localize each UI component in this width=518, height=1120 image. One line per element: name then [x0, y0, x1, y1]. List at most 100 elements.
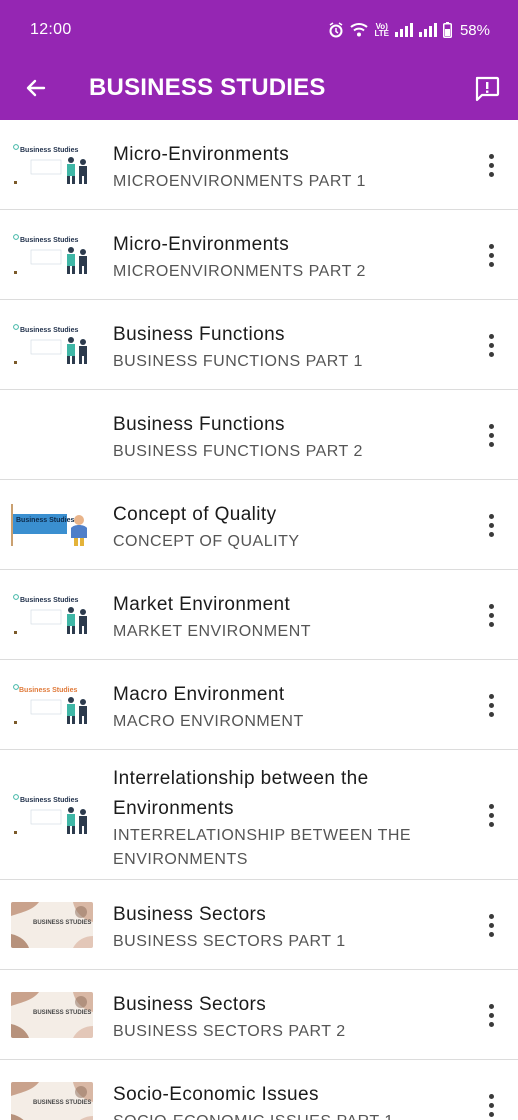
list-item[interactable]: Business Studies Business Functions BUSINE… [0, 300, 518, 390]
lesson-text: Business Sectors BUSINESS SECTORS PART 2 [113, 990, 458, 1044]
signal-icon [394, 23, 413, 37]
list-item[interactable]: BUSINESS STUDIES Business Sectors BUSINESS… [0, 880, 518, 970]
list-item[interactable]: Business Studies Interrelationship betwee… [0, 750, 518, 880]
battery-percentage: 58% [459, 21, 490, 39]
lesson-title: Micro-Environments [113, 234, 290, 255]
lesson-text: Market Environment MARKET ENVIRONMENT [113, 590, 458, 644]
lesson-text: Business Functions BUSINESS FUNCTIONS PAR… [113, 410, 458, 464]
status-icons: Vo) LTE 58% [328, 22, 490, 39]
battery-icon [442, 22, 452, 38]
more-options-button[interactable] [476, 690, 506, 720]
back-button[interactable] [18, 72, 54, 108]
thumbnail-caption: BUSINESS STUDIES [33, 1010, 92, 1016]
lesson-subtitle: MACRO ENVIRONMENT [113, 713, 304, 730]
lesson-subtitle: BUSINESS SECTORS PART 1 [113, 933, 346, 950]
lesson-text: Interrelationship between the Environmen… [113, 764, 458, 872]
status-bar: 12:00 Vo) LTE 58% [0, 0, 518, 60]
lesson-thumbnail: BUSINESS STUDIES [11, 992, 93, 1038]
lesson-text: Business Sectors BUSINESS SECTORS PART 1 [113, 900, 458, 954]
app-bar: BUSINESS STUDIES [0, 60, 518, 120]
more-options-button[interactable] [476, 800, 506, 830]
alarm-icon [328, 22, 344, 38]
feedback-button[interactable] [468, 71, 506, 109]
more-vert-icon [488, 423, 494, 447]
list-item[interactable]: Business Functions BUSINESS FUNCTIONS PAR… [0, 390, 518, 480]
more-options-button[interactable] [476, 510, 506, 540]
list-item[interactable]: Business Studies Micro-Environments MICROE… [0, 120, 518, 210]
lesson-thumbnail: Business Studies [11, 502, 93, 548]
list-item[interactable]: BUSINESS STUDIES Socio-Economic Issues SOC… [0, 1060, 518, 1120]
more-options-button[interactable] [476, 240, 506, 270]
lesson-text: Micro-Environments MICROENVIRONMENTS PART… [113, 140, 458, 194]
lesson-title: Macro Environment [113, 684, 285, 705]
wifi-icon [350, 22, 369, 38]
lesson-thumbnail: Business Studies [11, 792, 93, 838]
list-item[interactable]: Business Studies Market Environment MARKET… [0, 570, 518, 660]
lesson-thumbnail: Business Studies [11, 682, 93, 728]
lesson-title: Interrelationship between the Environmen… [113, 768, 369, 819]
more-vert-icon [488, 603, 494, 627]
lesson-subtitle: CONCEPT OF QUALITY [113, 533, 300, 550]
lesson-thumbnail: Business Studies [11, 322, 93, 368]
more-vert-icon [488, 333, 494, 357]
more-vert-icon [488, 803, 494, 827]
more-options-button[interactable] [476, 910, 506, 940]
more-options-button[interactable] [476, 330, 506, 360]
lesson-thumbnail [11, 412, 93, 458]
lesson-title: Business Sectors [113, 994, 267, 1015]
arrow-left-icon [24, 76, 48, 105]
more-vert-icon [488, 693, 494, 717]
lesson-subtitle: BUSINESS SECTORS PART 2 [113, 1023, 346, 1040]
more-vert-icon [488, 513, 494, 537]
signal-icon-2 [418, 23, 437, 37]
lesson-title: Business Functions [113, 324, 285, 345]
lesson-text: Business Functions BUSINESS FUNCTIONS PAR… [113, 320, 458, 374]
thumbnail-caption: Business Studies [19, 687, 78, 694]
more-options-button[interactable] [476, 600, 506, 630]
lesson-thumbnail: Business Studies [11, 232, 93, 278]
list-item[interactable]: Business Studies Concept of Quality CONCEP… [0, 480, 518, 570]
status-time: 12:00 [30, 21, 72, 38]
lesson-title: Concept of Quality [113, 504, 277, 525]
lesson-subtitle: MARKET ENVIRONMENT [113, 623, 312, 640]
lesson-text: Socio-Economic Issues SOCIO-ECONOMIC ISSU… [113, 1080, 458, 1120]
lesson-thumbnail: BUSINESS STUDIES [11, 1082, 93, 1120]
thumbnail-caption: BUSINESS STUDIES [33, 920, 92, 926]
thumbnail-caption: Business Studies [20, 327, 79, 334]
more-options-button[interactable] [476, 420, 506, 450]
lesson-subtitle: SOCIO-ECONOMIC ISSUES PART 1 [113, 1110, 458, 1120]
list-item[interactable]: Business Studies Macro Environment MACRO E… [0, 660, 518, 750]
more-options-button[interactable] [476, 150, 506, 180]
thumbnail-caption: BUSINESS STUDIES [33, 1100, 92, 1106]
list-item[interactable]: BUSINESS STUDIES Business Sectors BUSINESS… [0, 970, 518, 1060]
lesson-text: Concept of Quality CONCEPT OF QUALITY [113, 500, 458, 554]
lesson-list: Business Studies Micro-Environments MICROE… [0, 120, 518, 1120]
lesson-thumbnail: BUSINESS STUDIES [11, 902, 93, 948]
more-vert-icon [488, 1003, 494, 1027]
thumbnail-caption: Business Studies [20, 597, 79, 604]
lesson-title: Business Sectors [113, 904, 267, 925]
lesson-subtitle: BUSINESS FUNCTIONS PART 2 [113, 443, 363, 460]
page-title: BUSINESS STUDIES [89, 74, 326, 101]
more-options-button[interactable] [476, 1090, 506, 1120]
lesson-title: Market Environment [113, 594, 291, 615]
more-options-button[interactable] [476, 1000, 506, 1030]
feedback-icon [473, 74, 501, 107]
thumbnail-caption: Business Studies [20, 147, 79, 154]
more-vert-icon [488, 1093, 494, 1117]
lesson-subtitle: BUSINESS FUNCTIONS PART 1 [113, 353, 363, 370]
lesson-thumbnail: Business Studies [11, 592, 93, 638]
lesson-text: Macro Environment MACRO ENVIRONMENT [113, 680, 458, 734]
list-item[interactable]: Business Studies Micro-Environments MICROE… [0, 210, 518, 300]
lesson-title: Business Functions [113, 414, 285, 435]
lesson-title: Micro-Environments [113, 144, 290, 165]
lesson-thumbnail: Business Studies [11, 142, 93, 188]
thumbnail-caption: Business Studies [20, 797, 79, 804]
more-vert-icon [488, 243, 494, 267]
thumbnail-caption: Business Studies [16, 517, 75, 524]
lesson-subtitle: MICROENVIRONMENTS PART 2 [113, 263, 366, 280]
lesson-title: Socio-Economic Issues [113, 1084, 319, 1105]
more-vert-icon [488, 153, 494, 177]
lesson-subtitle: INTERRELATIONSHIP BETWEEN THE ENVIRONMEN… [113, 827, 412, 868]
volte-indicator: Vo) LTE [374, 22, 389, 38]
